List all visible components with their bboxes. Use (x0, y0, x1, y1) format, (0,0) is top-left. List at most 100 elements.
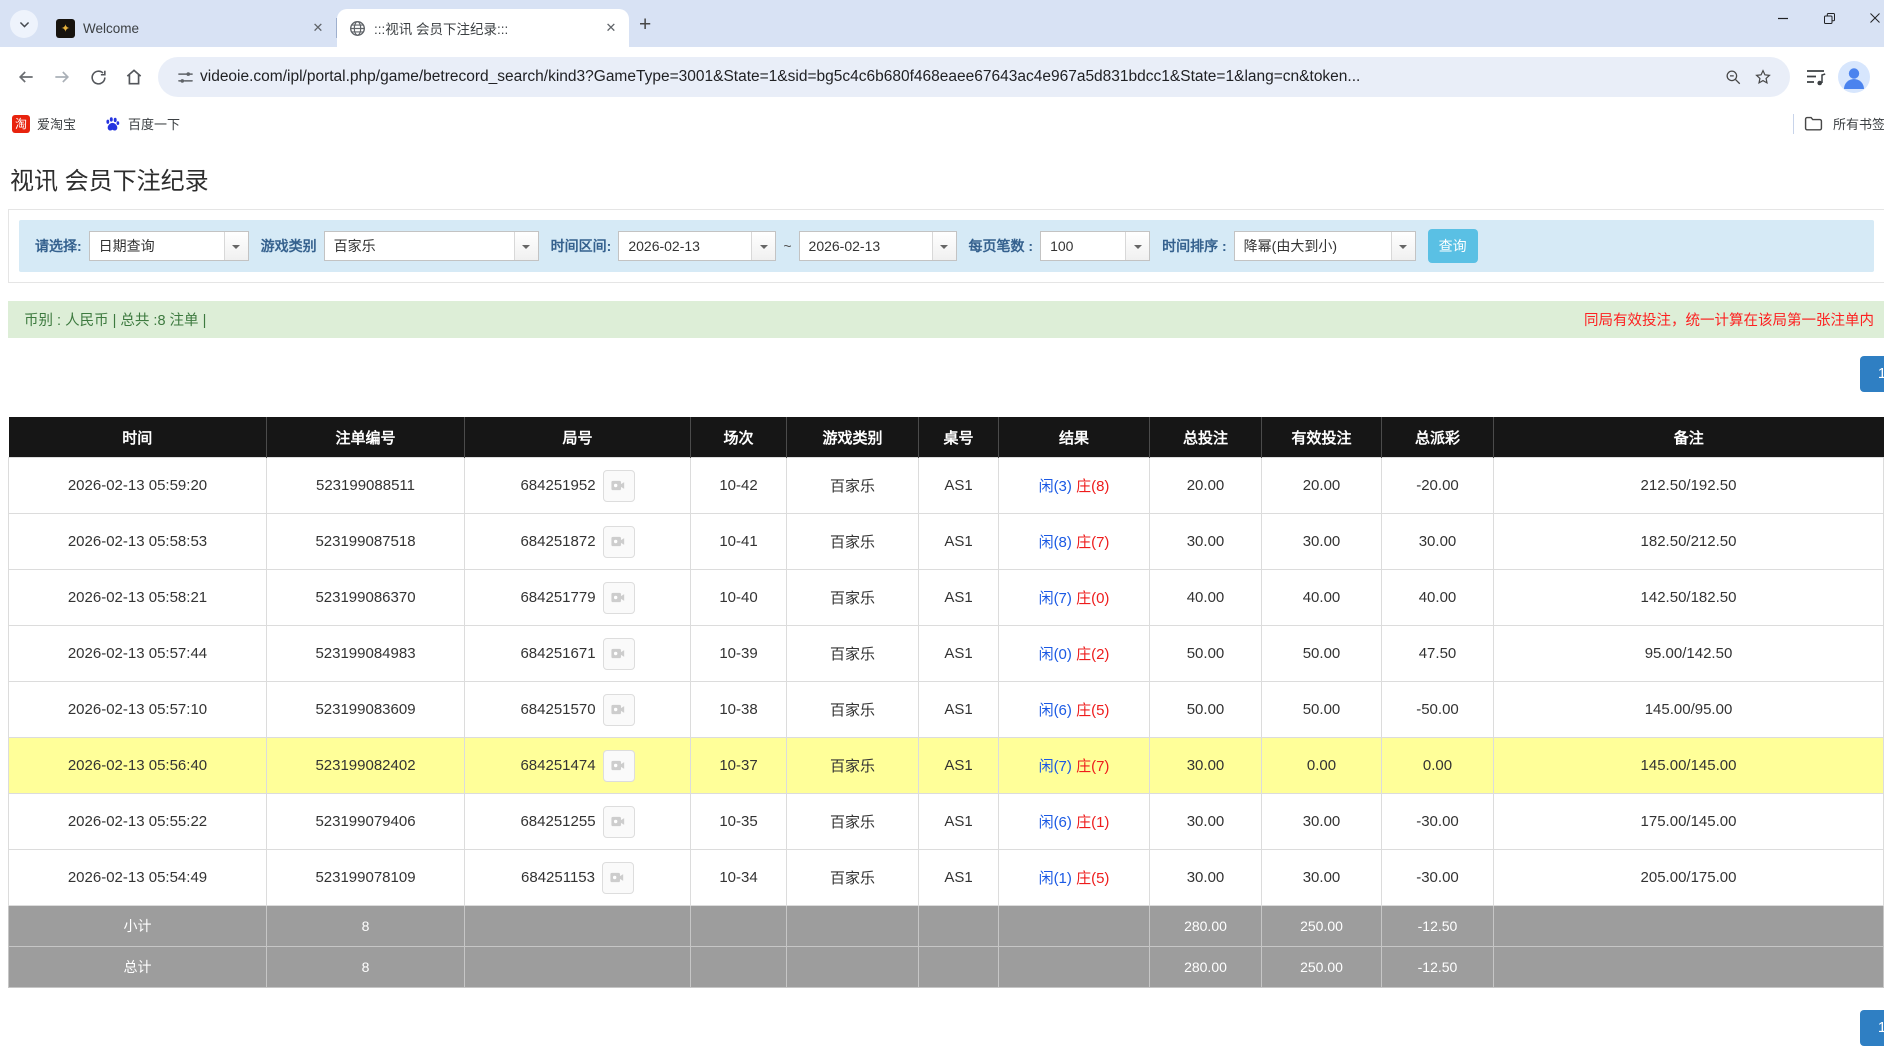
table-cell: 684251872 (465, 514, 691, 570)
table-cell: 2026-02-13 05:56:40 (9, 738, 267, 794)
combo-value[interactable]: 日期查询 (90, 232, 224, 260)
tab-search-button[interactable] (10, 10, 38, 38)
filter-label: 时间区间: (551, 236, 612, 256)
site-info-button[interactable] (170, 62, 200, 92)
table-cell: 30.00 (1150, 794, 1262, 850)
table-cell: 50.00 (1150, 682, 1262, 738)
table-cell: 212.50/192.50 (1494, 458, 1884, 514)
result-banker: 庄(5) (1072, 702, 1110, 719)
search-button[interactable]: 查询 (1428, 229, 1478, 263)
forward-button[interactable] (44, 59, 80, 95)
filter-combo-2[interactable]: 2026-02-13 (618, 231, 776, 261)
combo-value[interactable]: 100 (1041, 232, 1125, 260)
filter-combo-4[interactable]: 100 (1040, 231, 1150, 261)
table-row: 2026-02-13 05:59:20523199088511684251952… (9, 458, 1884, 514)
table-cell: 百家乐 (787, 850, 919, 906)
bookmark-star-button[interactable] (1748, 62, 1778, 92)
page-1-button[interactable]: 1 (1860, 356, 1884, 392)
home-button[interactable] (116, 59, 152, 95)
dropdown-arrow-icon[interactable] (751, 232, 775, 260)
new-tab-button[interactable]: + (639, 16, 651, 34)
close-tab-icon[interactable]: ✕ (308, 18, 328, 38)
combo-value[interactable]: 降幂(由大到小) (1235, 232, 1391, 260)
dropdown-arrow-icon[interactable] (1391, 232, 1415, 260)
table-cell: 2026-02-13 05:59:20 (9, 458, 267, 514)
tab-bet-records[interactable]: :::视讯 会员下注纪录::: ✕ (337, 9, 629, 47)
dropdown-arrow-icon[interactable] (1125, 232, 1149, 260)
table-cell: 30.00 (1262, 794, 1382, 850)
film-icon (610, 533, 627, 550)
table-cell: 闲(7) 庄(0) (999, 570, 1150, 626)
close-tab-icon[interactable]: ✕ (601, 18, 621, 38)
video-replay-button[interactable] (603, 806, 635, 838)
table-cell (999, 906, 1150, 947)
restore-button[interactable] (1806, 0, 1852, 36)
filter-combo-1[interactable]: 百家乐 (324, 231, 539, 261)
page-1-button[interactable]: 1 (1860, 1010, 1884, 1046)
dropdown-arrow-icon[interactable] (514, 232, 538, 260)
filter-combo-3[interactable]: 2026-02-13 (799, 231, 957, 261)
bookmark-baidu[interactable]: 百度一下 (104, 114, 180, 133)
table-cell: 10-35 (691, 794, 787, 850)
filter-combo-5[interactable]: 降幂(由大到小) (1234, 231, 1416, 261)
table-cell: 2026-02-13 05:54:49 (9, 850, 267, 906)
video-replay-button[interactable] (603, 750, 635, 782)
video-replay-button[interactable] (603, 526, 635, 558)
result-player: 闲(3) (1039, 478, 1072, 495)
back-button[interactable] (8, 59, 44, 95)
table-cell (919, 906, 999, 947)
video-replay-button[interactable] (603, 638, 635, 670)
film-icon (609, 869, 626, 886)
column-header: 备注 (1494, 417, 1884, 458)
all-bookmarks[interactable]: 所有书签 (1793, 107, 1884, 140)
result-banker: 庄(7) (1072, 758, 1110, 775)
zoom-out-button[interactable] (1718, 62, 1748, 92)
table-cell: 0.00 (1382, 738, 1494, 794)
column-header: 有效投注 (1262, 417, 1382, 458)
result-player: 闲(6) (1039, 814, 1072, 831)
filter-label: 每页笔数 : (969, 236, 1034, 256)
url-text[interactable]: videoie.com/ipl/portal.php/game/betrecor… (200, 68, 1718, 86)
combo-value[interactable]: 百家乐 (325, 232, 514, 260)
table-cell: 47.50 (1382, 626, 1494, 682)
table-header-row: 时间注单编号局号场次游戏类别桌号结果总投注有效投注总派彩备注 (9, 417, 1884, 458)
round-number: 684251570 (520, 700, 595, 717)
result-banker: 庄(1) (1072, 814, 1110, 831)
summary-bar: 币别 : 人民币 | 总共 :8 注单 | 同局有效投注，统一计算在该局第一张注… (8, 301, 1884, 338)
forward-icon (52, 67, 72, 87)
table-row: 2026-02-13 05:58:53523199087518684251872… (9, 514, 1884, 570)
column-header: 局号 (465, 417, 691, 458)
bet-records-table: 时间注单编号局号场次游戏类别桌号结果总投注有效投注总派彩备注 2026-02-1… (8, 417, 1884, 988)
media-controls-button[interactable] (1798, 60, 1832, 94)
minimize-button[interactable] (1760, 0, 1806, 36)
table-cell: 684251671 (465, 626, 691, 682)
table-cell: -12.50 (1382, 947, 1494, 988)
column-header: 桌号 (919, 417, 999, 458)
bookmark-aitaobao[interactable]: 淘 爱淘宝 (12, 114, 76, 133)
address-bar[interactable]: videoie.com/ipl/portal.php/game/betrecor… (158, 57, 1790, 97)
table-cell: 523199087518 (267, 514, 465, 570)
table-cell: 40.00 (1382, 570, 1494, 626)
combo-value[interactable]: 2026-02-13 (800, 232, 932, 260)
dropdown-arrow-icon[interactable] (224, 232, 248, 260)
table-cell: -12.50 (1382, 906, 1494, 947)
video-replay-button[interactable] (603, 694, 635, 726)
filter-combo-0[interactable]: 日期查询 (89, 231, 249, 261)
pagination-bottom: 1 (8, 1010, 1884, 1052)
table-row: 2026-02-13 05:58:21523199086370684251779… (9, 570, 1884, 626)
profile-avatar[interactable] (1838, 61, 1870, 93)
table-cell: -50.00 (1382, 682, 1494, 738)
table-cell: 142.50/182.50 (1494, 570, 1884, 626)
tab-welcome[interactable]: ✦ Welcome ✕ (44, 9, 336, 47)
close-window-button[interactable] (1852, 0, 1884, 36)
dropdown-arrow-icon[interactable] (932, 232, 956, 260)
table-cell: AS1 (919, 458, 999, 514)
combo-value[interactable]: 2026-02-13 (619, 232, 751, 260)
avatar-icon (1838, 61, 1870, 93)
video-replay-button[interactable] (602, 862, 634, 894)
reload-button[interactable] (80, 59, 116, 95)
table-cell: 百家乐 (787, 794, 919, 850)
filter-bar: 请选择:日期查询游戏类别百家乐时间区间:2026-02-13~2026-02-1… (19, 220, 1874, 272)
video-replay-button[interactable] (603, 582, 635, 614)
video-replay-button[interactable] (603, 470, 635, 502)
